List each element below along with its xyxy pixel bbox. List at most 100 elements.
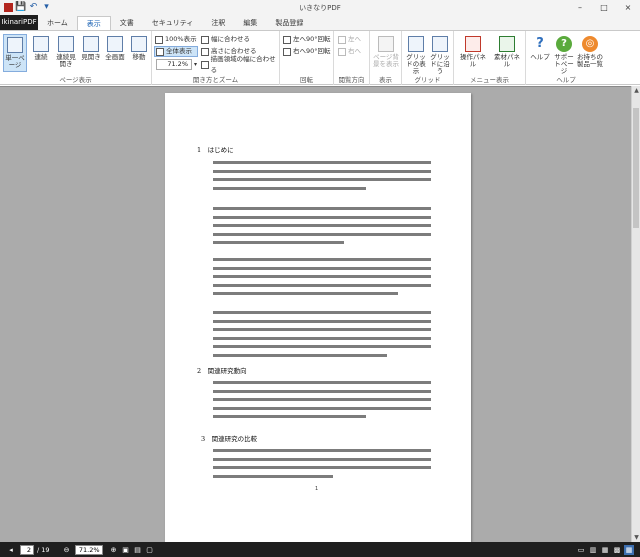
text-line	[213, 186, 366, 190]
zoom-input[interactable]: 71.2%	[156, 59, 192, 70]
scroll-down-icon[interactable]: ▼	[632, 533, 640, 542]
text-line	[213, 275, 431, 279]
rotate-left-button[interactable]: 左へ90°回転	[282, 34, 332, 45]
group-label-reading: 閲覧方向	[338, 76, 365, 84]
file-tab[interactable]: IkinariPDF	[0, 15, 38, 30]
group-label-grid: グリッド	[414, 76, 441, 84]
move-button[interactable]: 移動	[127, 34, 151, 72]
page-background-icon	[378, 36, 394, 52]
ribbon-tabs: IkinariPDF ホーム 表示 文書 セキュリティ 注釈 編集 製品登録	[0, 15, 640, 30]
title-bar: 💾 ↶ ▾ いきなりPDF – □ ×	[0, 0, 640, 15]
fit-width-status-icon[interactable]: ▤	[133, 545, 143, 555]
vertical-scrollbar[interactable]: ▲ ▼	[631, 86, 640, 542]
page-number: 1	[315, 486, 319, 492]
read-right-label: 右へ	[348, 47, 361, 55]
zoom-in-icon[interactable]: ⊕	[109, 545, 119, 555]
operation-panel-icon	[465, 36, 481, 52]
rotate-right-button[interactable]: 右へ90°回転	[282, 46, 332, 57]
group-help: ? ヘルプ ? サポートページ ◎ お持ちの製品一覧 ヘルプ	[526, 31, 606, 85]
group-display: ページ背景を表示 表示	[370, 31, 402, 85]
read-left-button[interactable]: 左へ	[337, 34, 367, 45]
material-panel-icon	[499, 36, 515, 52]
scroll-thumb[interactable]	[633, 108, 639, 228]
move-label: 移動	[132, 53, 146, 61]
group-zoom: 100%表示 全体表示 71.2% ▾ 幅に合わせる 高さに合わせる 描画領域の…	[152, 31, 280, 85]
material-panel-button[interactable]: 素材パネル	[491, 34, 523, 72]
section-heading-2: 2 関連研究動向	[197, 367, 247, 375]
pdf-page: 1 はじめに 2 関連研究動向 3 関連研究の比較 1	[165, 93, 471, 542]
tab-view[interactable]: 表示	[76, 16, 111, 30]
tab-registration[interactable]: 製品登録	[266, 16, 312, 30]
fit-height-icon	[201, 47, 209, 56]
continuous-button[interactable]: 連続	[29, 34, 53, 72]
tab-edit[interactable]: 編集	[234, 16, 266, 30]
support-icon: ?	[556, 36, 572, 52]
close-button[interactable]: ×	[616, 0, 640, 15]
page-input[interactable]: 2	[20, 544, 34, 555]
fullscreen-button[interactable]: 全画面	[103, 34, 127, 72]
show-grid-button[interactable]: グリッドの表示	[404, 34, 428, 75]
spread-label: 見開き	[81, 53, 101, 61]
read-right-button[interactable]: 右へ	[337, 46, 367, 57]
text-line	[213, 292, 399, 296]
single-page-label: 単一ページ	[5, 54, 25, 69]
help-button[interactable]: ? ヘルプ	[528, 34, 552, 72]
show-grid-label: グリッドの表示	[406, 53, 426, 75]
page-background-label: ページ背景を表示	[373, 53, 399, 68]
zoom-out-icon[interactable]: ⊖	[62, 545, 72, 555]
snap-grid-button[interactable]: グリッドに沿う	[428, 34, 452, 75]
page-background-button[interactable]: ページ背景を表示	[371, 34, 401, 72]
continuous-spread-button[interactable]: 連続見開き	[54, 34, 78, 72]
actual-size-status-icon[interactable]: ▢	[145, 545, 155, 555]
view-grid-icon[interactable]: ▦	[624, 544, 634, 555]
view-continuous-spread-icon[interactable]: ▩	[612, 545, 622, 555]
support-page-button[interactable]: ? サポートページ	[552, 34, 576, 75]
fit-width-button[interactable]: 幅に合わせる	[200, 34, 276, 45]
rotate-right-label: 右へ90°回転	[293, 47, 331, 55]
zoom-100-button[interactable]: 100%表示	[154, 34, 198, 45]
tab-security[interactable]: セキュリティ	[143, 16, 203, 30]
group-rotate: 左へ90°回転 右へ90°回転 回転	[280, 31, 334, 85]
fit-page-icon	[156, 47, 164, 56]
text-line	[213, 328, 431, 332]
group-page-view: 単一ページ 連続 連続見開き 見開き 全画面 移動 ページ表示	[0, 31, 152, 85]
text-line	[213, 389, 431, 393]
fit-page-button[interactable]: 全体表示	[154, 46, 198, 57]
view-spread-icon[interactable]: ▦	[600, 545, 610, 555]
material-panel-label: 素材パネル	[494, 53, 520, 68]
group-label-menu-view: メニュー表示	[470, 76, 509, 84]
continuous-spread-icon	[58, 36, 74, 52]
operation-panel-button[interactable]: 操作パネル	[457, 34, 489, 72]
text-line	[213, 406, 431, 410]
spread-button[interactable]: 見開き	[79, 34, 103, 72]
section-heading-1: 1 はじめに	[197, 146, 234, 154]
text-line	[213, 398, 431, 402]
view-continuous-icon[interactable]: ▥	[588, 545, 598, 555]
prev-page-icon[interactable]: ◂	[6, 545, 16, 555]
view-single-icon[interactable]: ▭	[576, 545, 586, 555]
text-line	[213, 319, 431, 323]
scroll-up-icon[interactable]: ▲	[632, 86, 640, 95]
product-list-label: お持ちの製品一覧	[577, 53, 603, 68]
text-line	[213, 161, 431, 164]
fit-page-status-icon[interactable]: ▣	[121, 545, 131, 555]
status-zoom-input[interactable]: 71.2%	[74, 544, 103, 555]
tab-document[interactable]: 文書	[111, 16, 143, 30]
maximize-button[interactable]: □	[592, 0, 616, 15]
text-line	[213, 207, 431, 210]
fit-draw-width-button[interactable]: 描画領域の幅に合わせる	[200, 55, 278, 74]
text-line	[213, 336, 431, 340]
fit-width-icon	[201, 35, 209, 44]
tab-home[interactable]: ホーム	[38, 16, 77, 30]
group-label-zoom: 開き方とズーム	[192, 76, 239, 84]
single-page-button[interactable]: 単一ページ	[3, 34, 27, 72]
single-page-icon	[7, 37, 23, 53]
continuous-label: 連続	[34, 53, 48, 61]
fit-draw-width-label: 描画領域の幅に合わせる	[210, 54, 276, 74]
minimize-button[interactable]: –	[568, 0, 592, 15]
text-line	[213, 311, 431, 314]
product-list-button[interactable]: ◎ お持ちの製品一覧	[576, 34, 604, 72]
text-line	[213, 283, 431, 287]
product-list-icon: ◎	[582, 36, 598, 52]
tab-annotation[interactable]: 注釈	[202, 16, 234, 30]
